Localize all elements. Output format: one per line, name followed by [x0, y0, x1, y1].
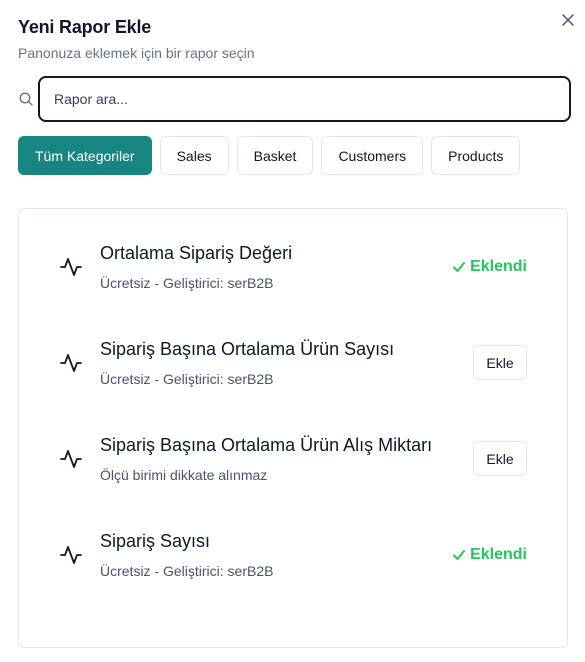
added-status: Eklendi — [452, 258, 527, 276]
report-subtitle: Ücretsiz - Geliştirici: serB2B — [100, 275, 274, 291]
report-subtitle: Ölçü birimi dikkate alınmaz — [100, 467, 268, 483]
activity-icon — [60, 546, 82, 564]
report-title: Sipariş Başına Ortalama Ürün Alış Miktar… — [100, 435, 433, 455]
activity-icon — [60, 258, 82, 276]
report-title: Sipariş Başına Ortalama Ürün Sayısı — [100, 339, 395, 359]
category-basket-button[interactable]: Basket — [236, 136, 314, 175]
report-item: Sipariş Başına Ortalama Ürün Alış Miktar… — [19, 429, 567, 525]
category-sales-button[interactable]: Sales — [159, 136, 229, 175]
add-report-button[interactable]: Ekle — [473, 345, 527, 380]
report-item: Sipariş Sayısı Ücretsiz - Geliştirici: s… — [19, 525, 567, 621]
report-list[interactable]: Ortalama Sipariş Değeri Ücretsiz - Geliş… — [18, 208, 568, 648]
check-icon — [453, 550, 466, 560]
report-item: Ortalama Sipariş Değeri Ücretsiz - Geliş… — [19, 237, 567, 333]
added-status: Eklendi — [452, 546, 527, 564]
search-icon — [19, 92, 33, 106]
add-report-dialog: Yeni Rapor Ekle Panonuza eklemek için bi… — [0, 0, 585, 662]
dialog-subtitle: Panonuza eklemek için bir rapor seçin — [18, 45, 255, 61]
add-report-button[interactable]: Ekle — [473, 441, 527, 476]
added-label: Eklendi — [470, 546, 527, 563]
report-title: Sipariş Sayısı — [100, 531, 211, 551]
close-icon — [562, 14, 574, 26]
report-title: Ortalama Sipariş Değeri — [100, 243, 293, 263]
close-button[interactable] — [559, 11, 577, 29]
check-icon — [453, 262, 466, 272]
report-item: Sipariş Başına Ortalama Ürün Sayısı Ücre… — [19, 333, 567, 429]
dialog-title: Yeni Rapor Ekle — [18, 17, 152, 37]
added-label: Eklendi — [470, 258, 527, 275]
report-subtitle: Ücretsiz - Geliştirici: serB2B — [100, 371, 274, 387]
activity-icon — [60, 450, 82, 468]
activity-icon — [60, 354, 82, 372]
category-all-button[interactable]: Tüm Kategoriler — [18, 136, 152, 175]
search-row — [18, 76, 573, 123]
search-input[interactable] — [38, 76, 571, 122]
category-customers-button[interactable]: Customers — [321, 136, 424, 175]
category-products-button[interactable]: Products — [431, 136, 521, 175]
category-filter: Tüm Kategoriler Sales Basket Customers P… — [18, 136, 521, 175]
report-subtitle: Ücretsiz - Geliştirici: serB2B — [100, 563, 274, 579]
